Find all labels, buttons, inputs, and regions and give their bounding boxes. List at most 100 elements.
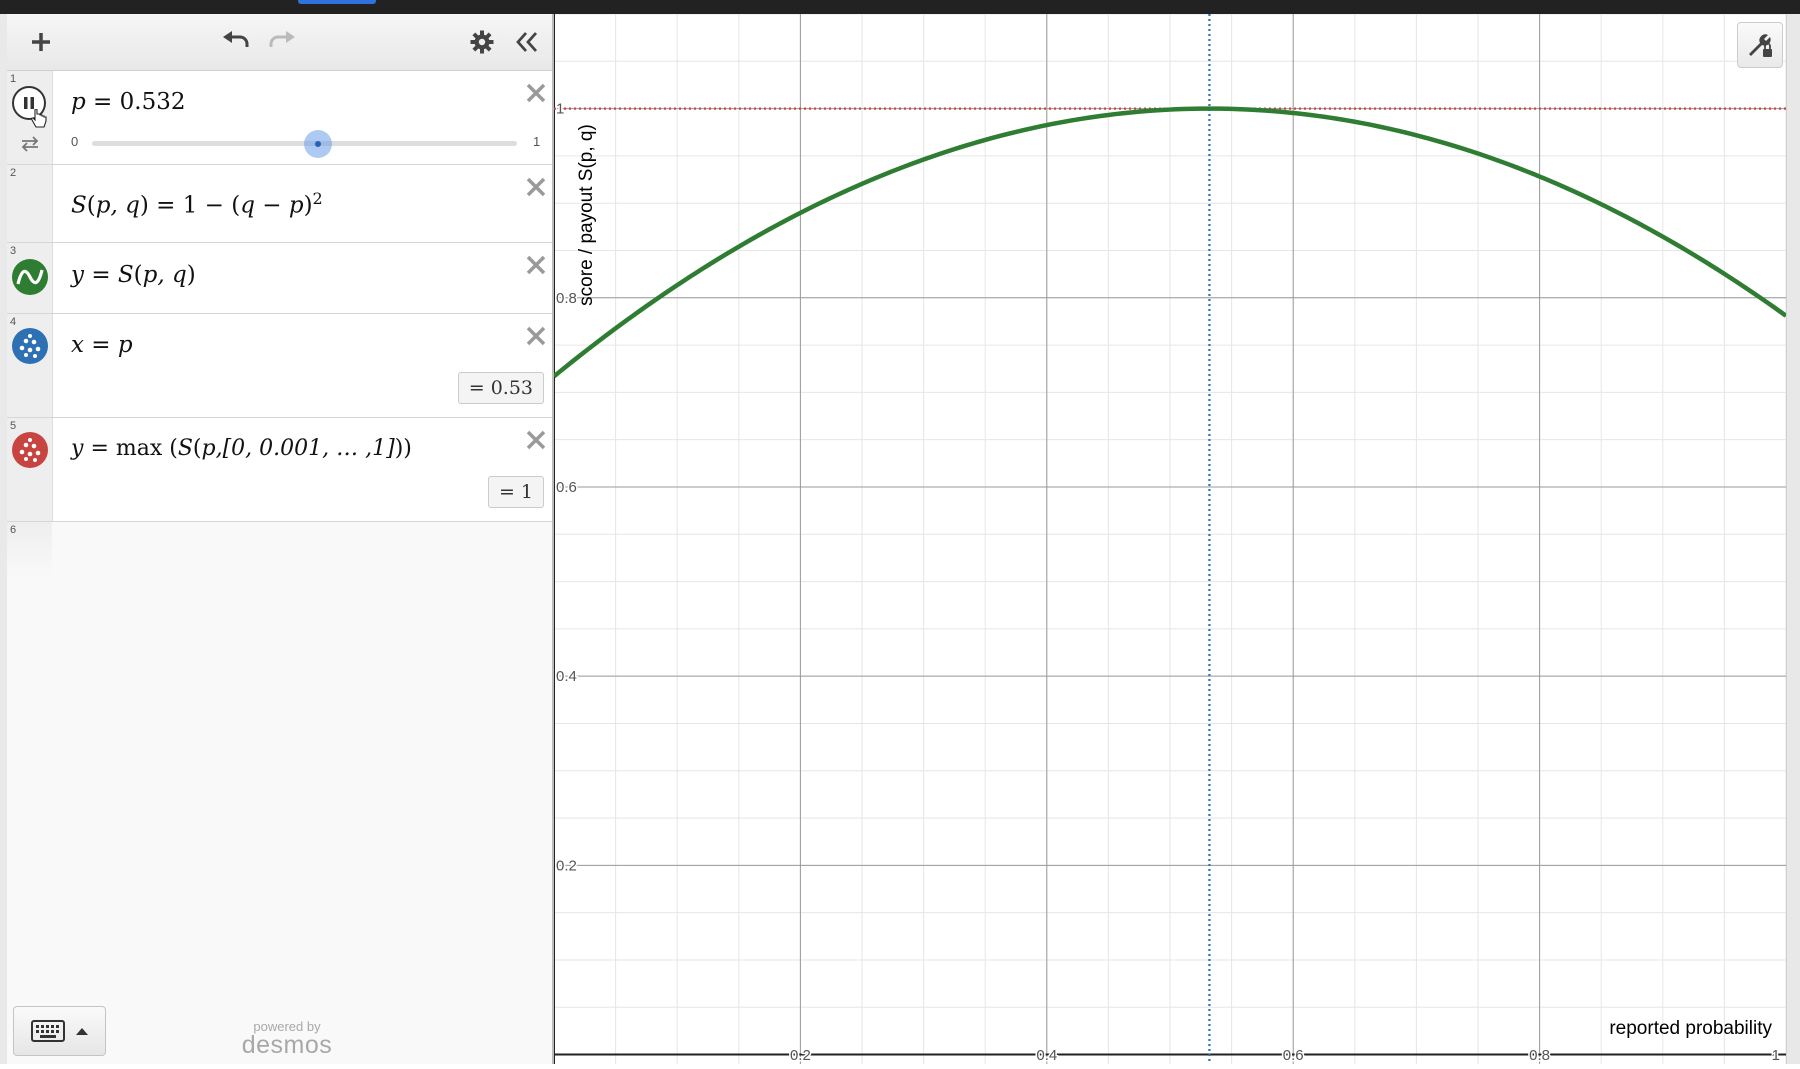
graph-paper[interactable]: 0.2 0.4 0.6 0.8 1 1 0.8 0.6 0.4 0.2 score / payou…: [552, 13, 1788, 1066]
y-tick-label: 0.8: [556, 290, 577, 307]
window-top-bar: [0, 0, 1800, 14]
expression-latex[interactable]: y = S(p, q): [71, 262, 196, 288]
expression-equals: =: [91, 262, 118, 288]
expression-max: = max (: [90, 436, 178, 461]
desmos-logo-text: desmos: [241, 1031, 333, 1059]
y-tick-label: 0.4: [556, 668, 577, 685]
close-icon[interactable]: [522, 173, 550, 201]
x-tick-label: 0.4: [1036, 1047, 1057, 1064]
expression-latex[interactable]: y = max (S(p,[0, 0.001, … ,1])): [71, 436, 412, 461]
function-args: p,[0, 0.001, … ,1]: [201, 436, 395, 461]
wrench-icon: [1749, 34, 1772, 57]
variable-y: y: [71, 436, 84, 461]
x-axis-label: reported probability: [1609, 1018, 1772, 1039]
cursor-hand-icon: [31, 109, 47, 128]
slider-max-label: 1: [533, 134, 541, 149]
expression-row-4[interactable]: 4 x = p = 0.53: [7, 314, 552, 418]
left-edge-strip: [0, 14, 7, 1064]
y-axis-label: score / payout S(p, q): [576, 124, 597, 306]
expression-panel: 1 p = 0.532 0 1 2 S(p, q) = 1 − (q − p)2…: [7, 14, 554, 1064]
expression-rhs-close: ): [303, 192, 313, 219]
expression-number: 5: [10, 420, 17, 432]
y-tick-label: 0.6: [556, 479, 577, 496]
expression-number: 3: [10, 245, 17, 257]
settings-button[interactable]: [462, 22, 502, 62]
function-args: p, q: [95, 192, 140, 219]
curve-color-toggle[interactable]: [12, 259, 48, 295]
loop-icon[interactable]: [19, 135, 41, 153]
x-tick-label: 1: [1772, 1047, 1780, 1064]
active-tab-indicator: [298, 0, 376, 4]
expression-equals: =: [91, 332, 118, 358]
slider-min-label: 0: [71, 134, 79, 149]
y-tick-label: 1: [556, 101, 564, 118]
x-tick-label: 0.2: [790, 1047, 811, 1064]
evaluation-result: = 0.53: [457, 372, 544, 404]
expression-number: 4: [10, 316, 17, 328]
keyboard-icon: [30, 1020, 65, 1042]
expression-gutter: 1: [7, 71, 53, 164]
gear-icon: [470, 30, 494, 54]
expression-list: 1 p = 0.532 0 1 2 S(p, q) = 1 − (q − p)2…: [7, 71, 552, 578]
function-name: S: [71, 192, 87, 219]
expression-latex[interactable]: x = p: [71, 332, 133, 358]
expression-latex[interactable]: p = 0.532: [71, 89, 185, 115]
expression-number: 1: [10, 73, 17, 85]
expression-rhs: = 1 − (: [156, 192, 241, 219]
points-color-toggle[interactable]: [12, 328, 48, 364]
y-tick-label: 0.2: [556, 857, 577, 874]
dots-icon: [19, 438, 41, 462]
expression-toolbar: [7, 14, 552, 71]
expression-gutter: 6: [7, 522, 52, 578]
pause-icon: [24, 97, 34, 109]
expression-gutter: 3: [7, 243, 53, 313]
expression-latex[interactable]: S(p, q) = 1 − (q − p)2: [71, 189, 323, 219]
points-color-toggle[interactable]: [12, 432, 48, 468]
plus-icon: [32, 33, 50, 51]
close-icon[interactable]: [522, 426, 550, 454]
function-name: S: [117, 262, 134, 288]
variable-y: y: [71, 262, 84, 288]
powered-by-desmos[interactable]: powered by desmos: [217, 1019, 357, 1060]
expression-number: 6: [10, 524, 17, 536]
undo-icon: [223, 31, 249, 47]
expression-close: )): [394, 436, 412, 461]
close-icon[interactable]: [522, 322, 550, 350]
variable-p: p: [117, 332, 133, 358]
redo-button[interactable]: [262, 22, 302, 62]
wave-icon: [16, 269, 44, 285]
graph-settings-button[interactable]: [1737, 22, 1783, 68]
expression-row-6-empty[interactable]: 6: [7, 522, 552, 578]
x-tick-label: 0.8: [1529, 1047, 1550, 1064]
expression-gutter: 5: [7, 418, 53, 521]
exponent: 2: [312, 189, 323, 208]
function-name: S: [177, 436, 193, 461]
expression-number: 2: [10, 167, 17, 179]
expression-rhs-inner: q − p: [240, 192, 304, 219]
slider-value-text: = 0.532: [93, 89, 186, 115]
expression-row-5[interactable]: 5 y = max (S(p,[0, 0.001, … ,1])) = 1: [7, 418, 552, 522]
x-tick-label: 0.6: [1283, 1047, 1304, 1064]
function-args: p, q: [142, 262, 187, 288]
slider-handle[interactable]: [304, 130, 333, 158]
expression-row-1[interactable]: 1 p = 0.532 0 1: [7, 71, 552, 165]
evaluation-result: = 1: [487, 476, 544, 508]
undo-button[interactable]: [216, 22, 256, 62]
double-chevron-left-icon: [516, 32, 538, 52]
redo-icon: [269, 31, 295, 47]
collapse-panel-button[interactable]: [507, 22, 547, 62]
add-item-button[interactable]: [21, 22, 61, 62]
right-edge-strip: [1786, 14, 1800, 1064]
graph-svg[interactable]: 0.2 0.4 0.6 0.8 1 1 0.8 0.6 0.4 0.2 score / payou…: [552, 13, 1788, 1066]
close-icon[interactable]: [522, 251, 550, 279]
keyboard-toggle-button[interactable]: [13, 1006, 106, 1056]
expression-row-2[interactable]: 2 S(p, q) = 1 − (q − p)2: [7, 165, 552, 243]
close-icon[interactable]: [522, 79, 550, 107]
expression-row-3[interactable]: 3 y = S(p, q): [7, 243, 552, 314]
caret-up-icon: [75, 1028, 88, 1035]
expression-gutter: 4: [7, 314, 53, 417]
expression-gutter: 2: [7, 165, 53, 242]
dots-icon: [19, 334, 41, 358]
variable-x: x: [71, 332, 84, 358]
variable-p: p: [71, 89, 86, 115]
